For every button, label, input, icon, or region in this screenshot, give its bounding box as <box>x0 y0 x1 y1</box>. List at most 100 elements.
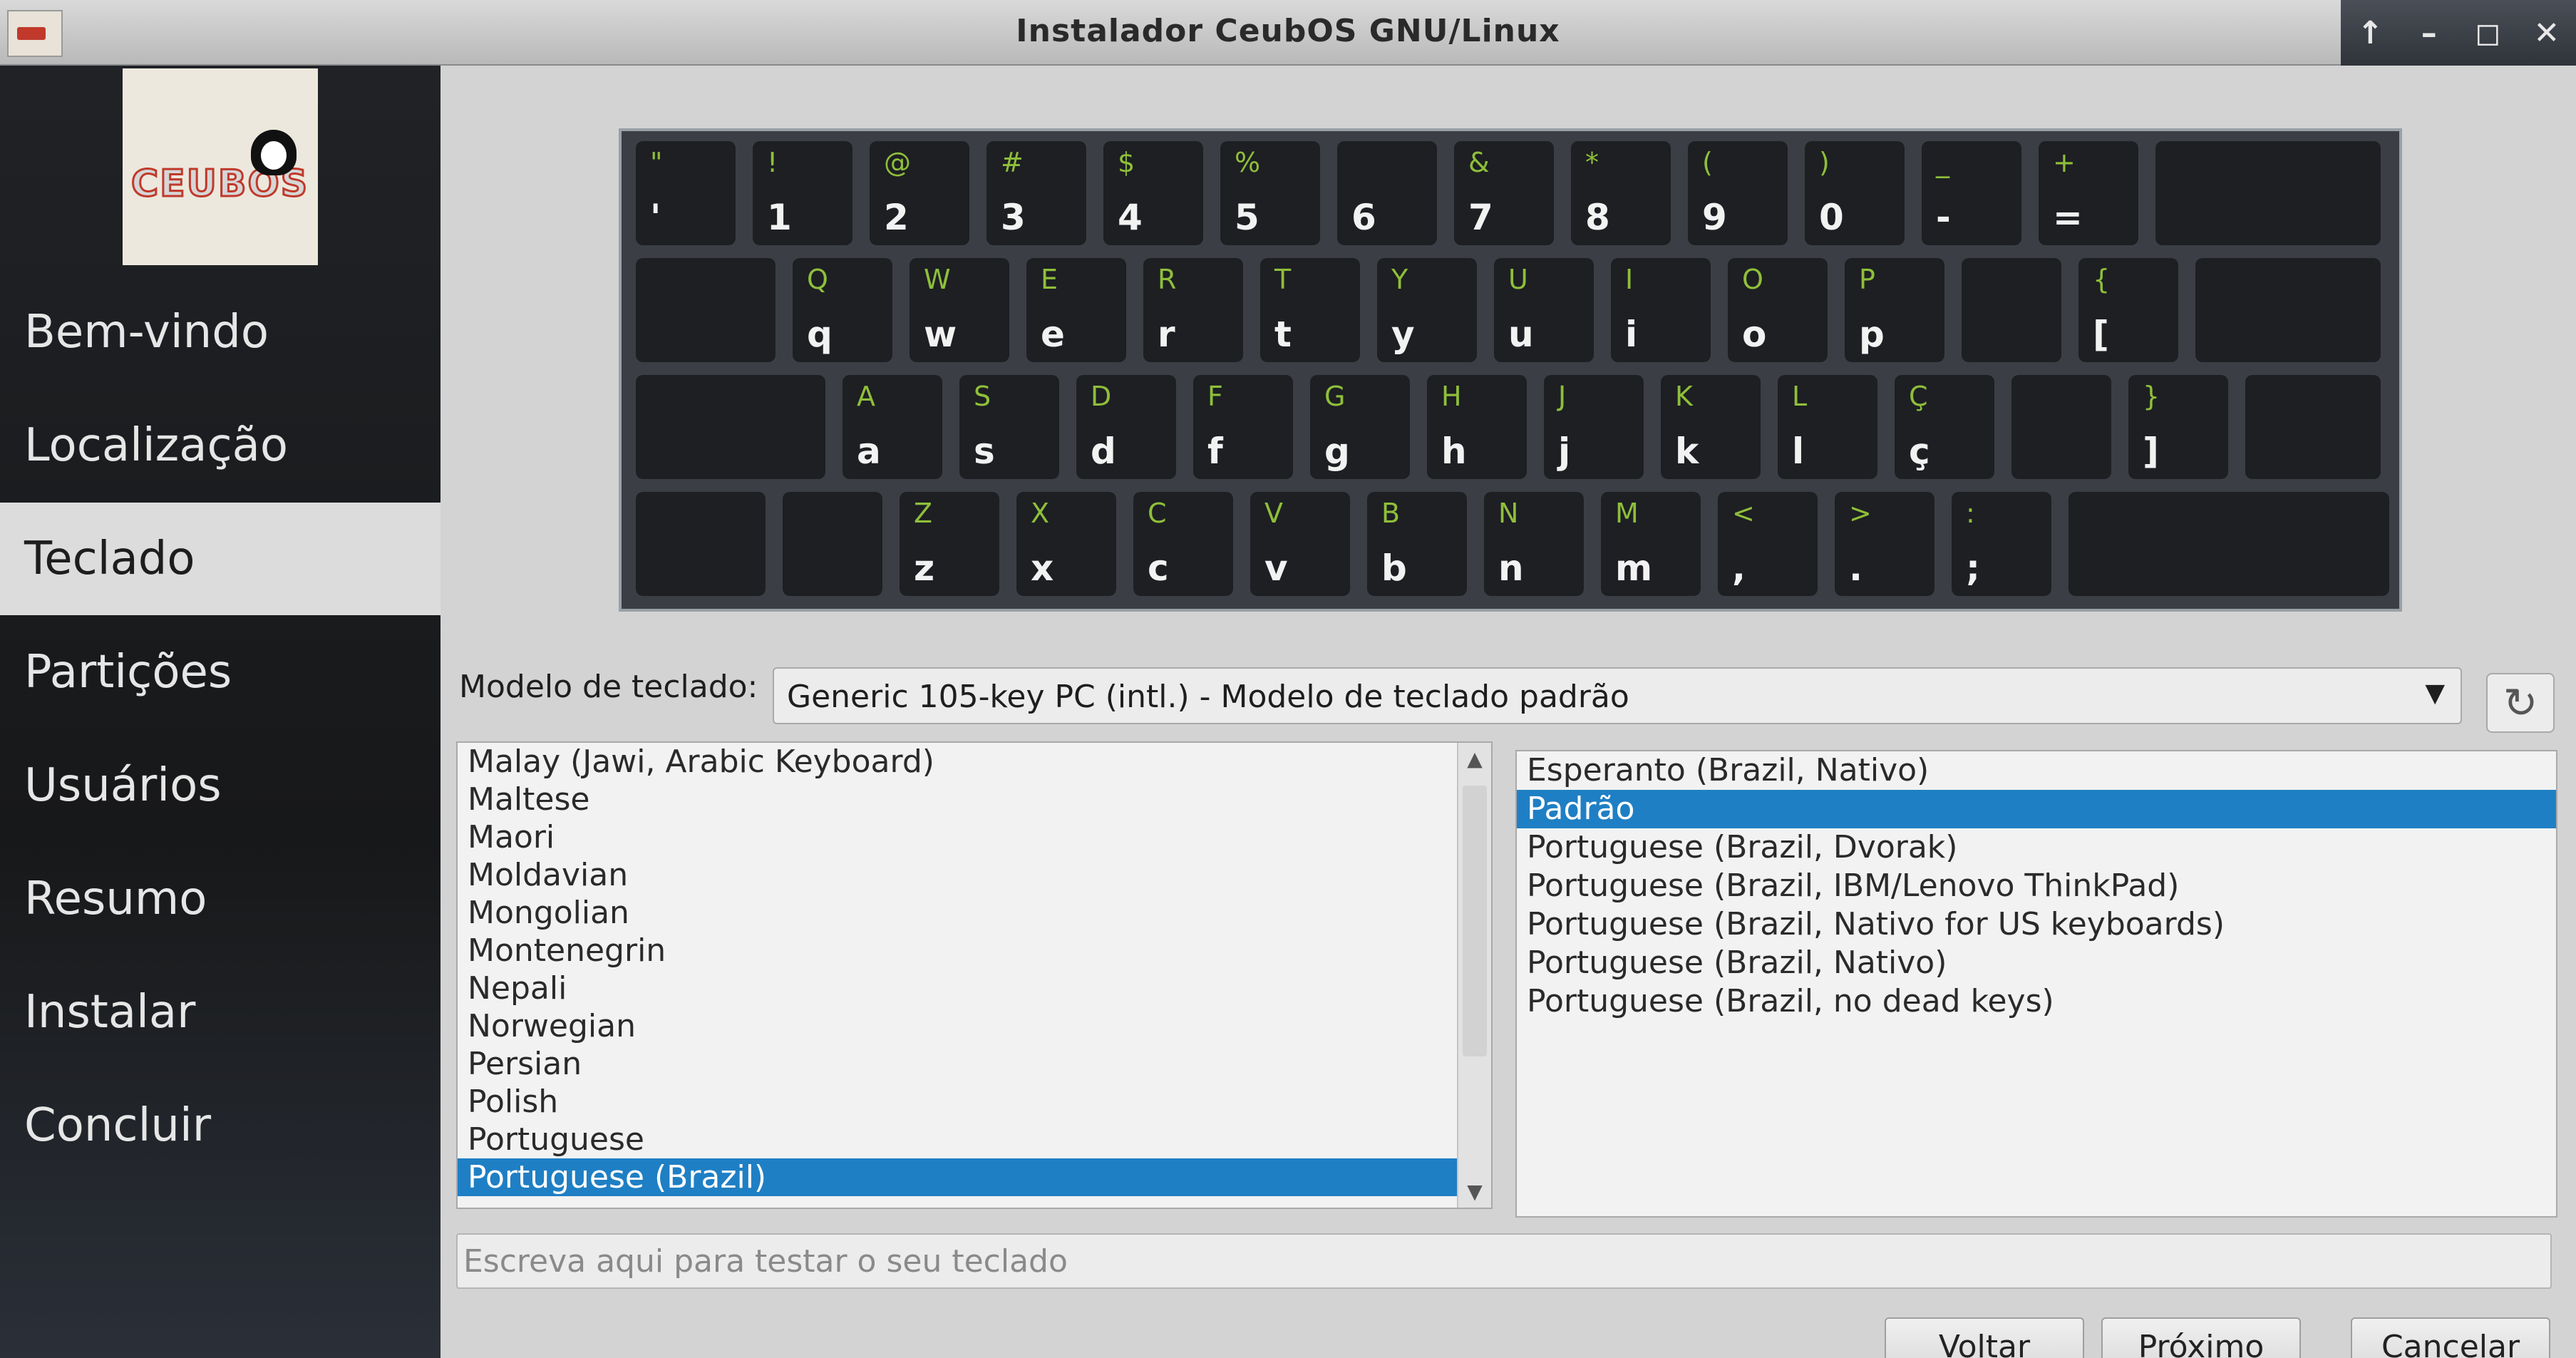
keyboard-key: @2 <box>870 141 969 245</box>
cancel-button[interactable]: Cancelar <box>2351 1317 2550 1358</box>
key-shift-label: V <box>1264 498 1283 529</box>
key-main-label: 4 <box>1118 197 1143 238</box>
list-item[interactable]: Portuguese (Brazil, Dvorak) <box>1517 828 2556 867</box>
key-shift-label: ! <box>767 147 778 178</box>
keyboard-key: Vv <box>1250 492 1350 596</box>
key-main-label: v <box>1264 547 1288 589</box>
list-item[interactable]: Montenegrin <box>458 932 1458 969</box>
list-item[interactable]: Malay (Jawi, Arabic Keyboard) <box>458 743 1458 781</box>
logo: CEUBOS <box>123 68 318 265</box>
keyboard-test-input[interactable] <box>456 1233 2552 1289</box>
key-main-label: s <box>974 431 995 472</box>
list-item[interactable]: Mongolian <box>458 894 1458 932</box>
key-main-label: - <box>1936 197 1951 238</box>
sidebar-item-instalar: Instalar <box>24 986 196 1039</box>
keyboard-key: Uu <box>1494 258 1594 362</box>
keyboard-key <box>636 258 776 362</box>
scroll-down-icon[interactable]: ▼ <box>1458 1180 1491 1203</box>
keyboard-model-dropdown[interactable]: Generic 105-key PC (intl.) - Modelo de t… <box>773 667 2462 724</box>
key-main-label: g <box>1324 431 1350 472</box>
list-item[interactable]: Persian <box>458 1045 1458 1083</box>
keep-above-button[interactable]: ↑ <box>2349 15 2391 51</box>
list-item[interactable]: Portuguese (Brazil) <box>458 1158 1458 1196</box>
key-shift-label: E <box>1041 264 1058 295</box>
back-button[interactable]: Voltar <box>1885 1317 2084 1358</box>
keyboard-key: Ee <box>1026 258 1126 362</box>
key-main-label: = <box>2053 197 2083 238</box>
key-shift-label: K <box>1675 381 1693 412</box>
next-button[interactable]: Próximo <box>2101 1317 2301 1358</box>
keyboard-key: Nn <box>1484 492 1584 596</box>
keyboard-key <box>783 492 882 596</box>
key-main-label: h <box>1441 431 1467 472</box>
keyboard-key: Rr <box>1143 258 1243 362</box>
list-item[interactable]: Portuguese (Brazil, Nativo) <box>1517 944 2556 982</box>
key-main-label: 7 <box>1468 197 1493 238</box>
key-shift-label: H <box>1441 381 1462 412</box>
key-main-label: , <box>1732 547 1746 589</box>
key-main-label: n <box>1498 547 1524 589</box>
key-main-label: . <box>1849 547 1863 589</box>
keyboard-key: Ff <box>1193 375 1293 479</box>
keyboard-key: Ii <box>1611 258 1711 362</box>
keyboard-key: Qq <box>793 258 892 362</box>
keyboard-key: >. <box>1835 492 1934 596</box>
key-main-label: 5 <box>1235 197 1259 238</box>
reset-icon[interactable]: ↻ <box>2486 673 2555 733</box>
key-shift-label: W <box>924 264 951 295</box>
layout-list-scrollbar[interactable]: ▲ ▼ <box>1457 743 1491 1208</box>
key-main-label: w <box>924 314 957 355</box>
key-shift-label: N <box>1498 498 1519 529</box>
list-item[interactable]: Portuguese (Brazil, no dead keys) <box>1517 982 2556 1021</box>
keyboard-key: + = <box>2039 141 2138 245</box>
close-button[interactable]: ✕ <box>2525 15 2568 51</box>
maximize-button[interactable]: ◻ <box>2466 15 2509 51</box>
keyboard-key: % 5 <box>1220 141 1320 245</box>
keyboard-key: Tt <box>1260 258 1360 362</box>
key-shift-label: { <box>2093 264 2111 295</box>
keyboard-key: & 7 <box>1454 141 1554 245</box>
keyboard-model-value: Generic 105-key PC (intl.) - Modelo de t… <box>787 679 1629 715</box>
keyboard-key <box>2068 492 2389 596</box>
list-item[interactable]: Portuguese <box>458 1121 1458 1158</box>
key-shift-label: S <box>974 381 991 412</box>
sidebar-item-usuarios: Usuários <box>24 759 222 812</box>
list-item[interactable]: Esperanto (Brazil, Nativo) <box>1517 751 2556 790</box>
key-main-label: p <box>1859 314 1885 355</box>
sidebar-item-resumo: Resumo <box>24 873 207 925</box>
list-item[interactable]: Norwegian <box>458 1007 1458 1045</box>
key-shift-label: ( <box>1702 147 1713 178</box>
key-main-label: b <box>1381 547 1407 589</box>
key-shift-label: : <box>1966 498 1975 529</box>
sidebar-item-concluir: Concluir <box>24 1099 212 1152</box>
keyboard-key: Xx <box>1016 492 1116 596</box>
list-item[interactable]: Portuguese (Brazil, Nativo for US keyboa… <box>1517 905 2556 944</box>
keyboard-key: #3 <box>986 141 1086 245</box>
list-item[interactable]: Portuguese (Brazil, IBM/Lenovo ThinkPad) <box>1517 867 2556 905</box>
minimize-button[interactable]: – <box>2408 15 2451 51</box>
variant-list[interactable]: Esperanto (Brazil, Nativo) Padrão Portugue… <box>1515 750 2557 1218</box>
keyboard-key <box>636 492 766 596</box>
list-item[interactable]: Polish <box>458 1083 1458 1121</box>
key-shift-label: J <box>1558 381 1567 412</box>
key-main-label: q <box>807 314 833 355</box>
scroll-up-icon[interactable]: ▲ <box>1458 747 1491 771</box>
key-main-label: l <box>1792 431 1805 472</box>
scroll-thumb[interactable] <box>1463 786 1487 1056</box>
key-main-label: 6 <box>1351 197 1376 238</box>
list-item[interactable]: Nepali <box>458 969 1458 1007</box>
sidebar: CEUBOS Bem-vindo Localização Teclado Par… <box>0 66 441 1358</box>
key-main-label: z <box>914 547 935 589</box>
list-item[interactable]: Padrão <box>1517 790 2556 828</box>
key-shift-label: I <box>1625 264 1634 295</box>
key-shift-label: _ <box>1936 147 1949 178</box>
keyboard-key: Ll <box>1778 375 1877 479</box>
key-main-label: 8 <box>1585 197 1610 238</box>
list-item[interactable]: Moldavian <box>458 856 1458 894</box>
sidebar-item-localizacao: Localização <box>24 419 289 472</box>
keyboard-key: Bb <box>1367 492 1467 596</box>
list-item[interactable]: Maori <box>458 818 1458 856</box>
key-main-label: ] <box>2143 431 2159 472</box>
list-item[interactable]: Maltese <box>458 781 1458 818</box>
layout-list[interactable]: Malay (Jawi, Arabic Keyboard) Maltese Maor… <box>456 741 1493 1209</box>
